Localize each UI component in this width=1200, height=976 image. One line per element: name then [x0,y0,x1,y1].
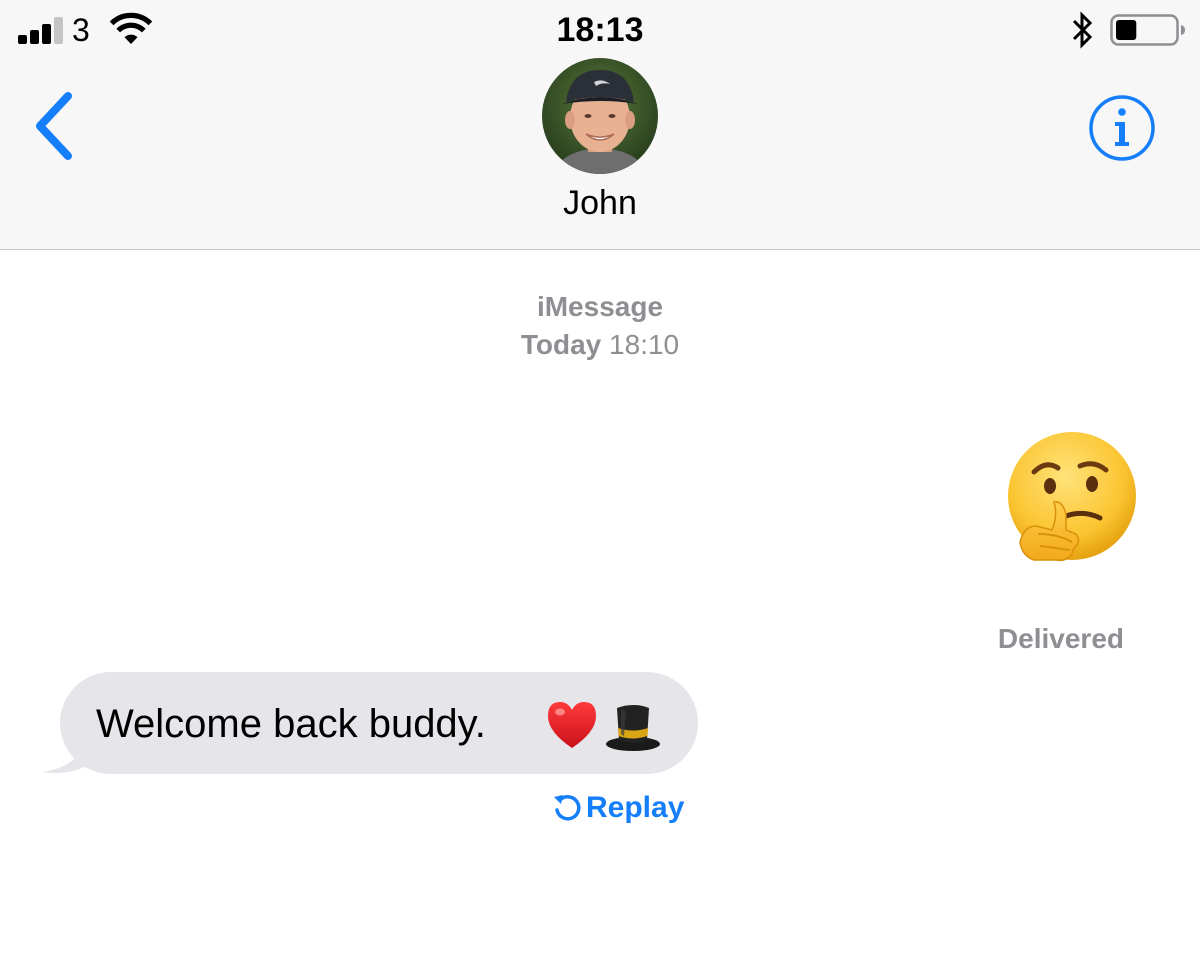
service-label: iMessage [536,291,664,322]
bluetooth-icon [1072,11,1093,49]
red-heart-emoji [548,702,596,748]
cellular-signal-icon [18,14,68,44]
battery-icon [1110,14,1185,46]
info-button[interactable] [1086,92,1158,164]
carrier-name: 3 [72,12,90,48]
back-button[interactable] [28,88,84,164]
timestamp-time: 18:10 [609,329,680,360]
avatar-photo [542,58,658,174]
delivery-status: Delivered [997,623,1124,654]
contact-avatar[interactable] [542,58,658,174]
status-time: 18:13 [556,11,644,49]
replay-icon [554,795,581,821]
contact-name[interactable]: John [400,182,800,224]
wifi-icon [109,12,153,44]
conversation-header: 3 18:13 John [0,0,1200,250]
top-hat-emoji [606,705,660,751]
thinking-face-emoji[interactable] [1000,430,1140,570]
status-bar: 3 18:13 [0,0,1200,60]
replay-label: Replay [586,791,685,824]
timestamp-day: Today [520,329,602,360]
replay-button[interactable]: Replay [552,788,694,828]
messages-screen: 3 18:13 John iMessage Today 18:10 Delive… [0,0,1200,976]
message-timestamp: Today 18:10 [400,326,800,364]
received-message-text: Welcome back buddy. [96,702,486,746]
